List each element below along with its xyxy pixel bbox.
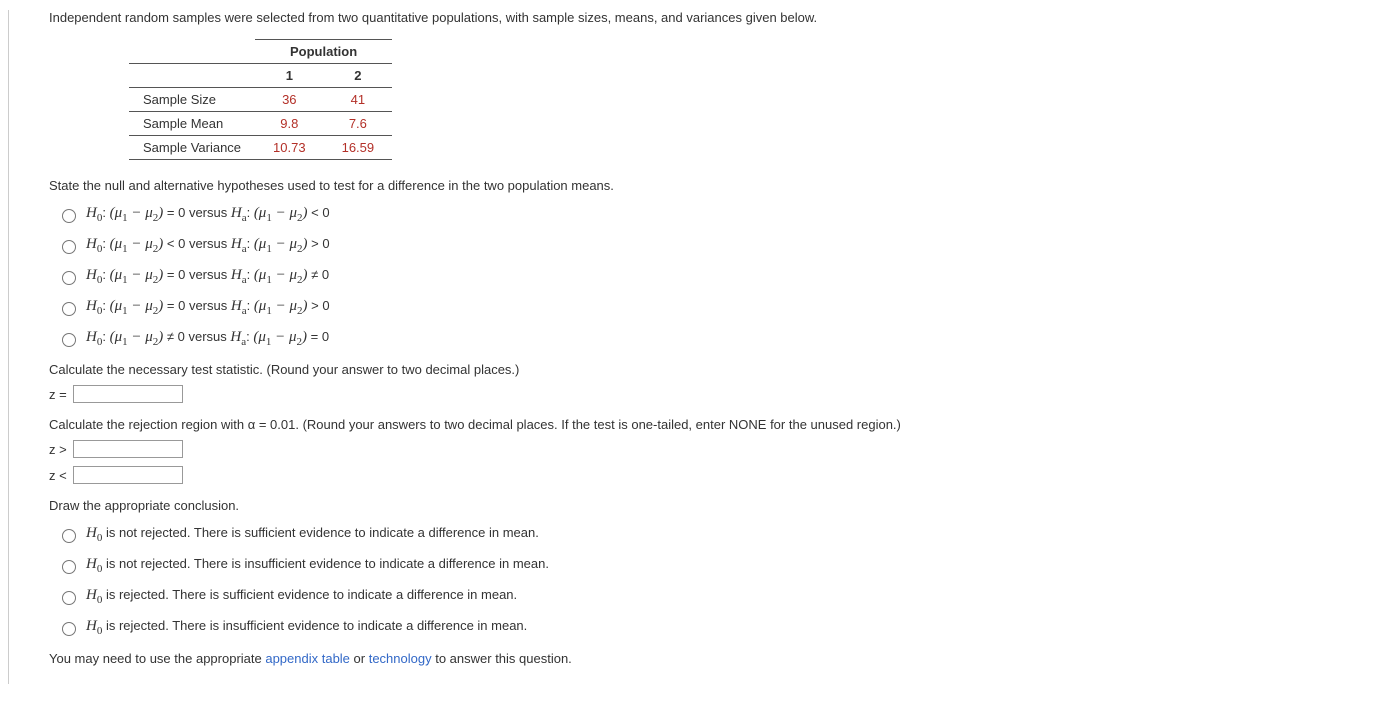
radio-hyp-3[interactable]: [62, 271, 76, 285]
conclusion-question: Draw the appropriate conclusion.: [49, 498, 1353, 513]
cell: 41: [324, 88, 393, 112]
hypotheses-options: H0: (μ1 − μ2) = 0 versus Ha: (μ1 − μ2) <…: [57, 205, 1353, 348]
rejection-gt-input[interactable]: [73, 440, 183, 458]
footer-note: You may need to use the appropriate appe…: [49, 651, 1353, 666]
appendix-table-link[interactable]: appendix table: [265, 651, 350, 666]
z-lt-label: z <: [49, 468, 67, 483]
row-label: Sample Mean: [129, 112, 255, 136]
conclusion-option-4[interactable]: H0 is rejected. There is insufficient ev…: [57, 618, 1353, 637]
rejection-gt-row: z >: [49, 440, 1353, 458]
hypothesis-option-2[interactable]: H0: (μ1 − μ2) < 0 versus Ha: (μ1 − μ2) >…: [57, 236, 1353, 255]
conclusion-option-3[interactable]: H0 is rejected. There is sufficient evid…: [57, 587, 1353, 606]
intro-text: Independent random samples were selected…: [49, 10, 1353, 25]
cell: 10.73: [255, 136, 324, 160]
hypothesis-option-3[interactable]: H0: (μ1 − μ2) = 0 versus Ha: (μ1 − μ2) ≠…: [57, 267, 1353, 286]
footer-mid: or: [350, 651, 369, 666]
conclusion-option-1[interactable]: H0 is not rejected. There is sufficient …: [57, 525, 1353, 544]
radio-hyp-5[interactable]: [62, 333, 76, 347]
table-row: Sample Variance 10.73 16.59: [129, 136, 392, 160]
col-header-2: 2: [324, 64, 393, 88]
row-label: Sample Size: [129, 88, 255, 112]
cell: 36: [255, 88, 324, 112]
radio-conc-2[interactable]: [62, 560, 76, 574]
rejection-lt-input[interactable]: [73, 466, 183, 484]
data-table: Population 1 2 Sample Size 36 41 Sample …: [129, 39, 392, 160]
radio-hyp-4[interactable]: [62, 302, 76, 316]
option-label: H0 is not rejected. There is sufficient …: [86, 525, 539, 544]
option-label: H0: (μ1 − μ2) = 0 versus Ha: (μ1 − μ2) >…: [86, 298, 330, 317]
teststat-question: Calculate the necessary test statistic. …: [49, 362, 1353, 377]
cell: 16.59: [324, 136, 393, 160]
option-label: H0 is not rejected. There is insufficien…: [86, 556, 549, 575]
col-header-1: 1: [255, 64, 324, 88]
row-label: Sample Variance: [129, 136, 255, 160]
conclusion-text: is rejected. There is insufficient evide…: [106, 618, 527, 633]
radio-conc-3[interactable]: [62, 591, 76, 605]
conclusion-text: is not rejected. There is sufficient evi…: [106, 525, 539, 540]
table-row: Sample Size 36 41: [129, 88, 392, 112]
hypotheses-question: State the null and alternative hypothese…: [49, 178, 1353, 193]
z-gt-label: z >: [49, 442, 67, 457]
hypothesis-option-1[interactable]: H0: (μ1 − μ2) = 0 versus Ha: (μ1 − μ2) <…: [57, 205, 1353, 224]
radio-conc-1[interactable]: [62, 529, 76, 543]
option-label: H0: (μ1 − μ2) = 0 versus Ha: (μ1 − μ2) <…: [86, 205, 330, 224]
hypothesis-option-4[interactable]: H0: (μ1 − μ2) = 0 versus Ha: (μ1 − μ2) >…: [57, 298, 1353, 317]
option-label: H0: (μ1 − μ2) = 0 versus Ha: (μ1 − μ2) ≠…: [86, 267, 329, 286]
conclusion-text: is rejected. There is sufficient evidenc…: [106, 587, 517, 602]
table-row: Sample Mean 9.8 7.6: [129, 112, 392, 136]
conclusion-options: H0 is not rejected. There is sufficient …: [57, 525, 1353, 637]
radio-conc-4[interactable]: [62, 622, 76, 636]
hypothesis-option-5[interactable]: H0: (μ1 − μ2) ≠ 0 versus Ha: (μ1 − μ2) =…: [57, 329, 1353, 348]
radio-hyp-2[interactable]: [62, 240, 76, 254]
footer-pre: You may need to use the appropriate: [49, 651, 265, 666]
cell: 9.8: [255, 112, 324, 136]
conclusion-option-2[interactable]: H0 is not rejected. There is insufficien…: [57, 556, 1353, 575]
footer-post: to answer this question.: [432, 651, 572, 666]
option-label: H0: (μ1 − μ2) < 0 versus Ha: (μ1 − μ2) >…: [86, 236, 330, 255]
option-label: H0: (μ1 − μ2) ≠ 0 versus Ha: (μ1 − μ2) =…: [86, 329, 329, 348]
radio-hyp-1[interactable]: [62, 209, 76, 223]
option-label: H0 is rejected. There is sufficient evid…: [86, 587, 517, 606]
table-header-span: Population: [255, 40, 392, 64]
technology-link[interactable]: technology: [369, 651, 432, 666]
rejection-question: Calculate the rejection region with α = …: [49, 417, 1353, 432]
cell: 7.6: [324, 112, 393, 136]
conclusion-text: is not rejected. There is insufficient e…: [106, 556, 549, 571]
rejection-lt-row: z <: [49, 466, 1353, 484]
teststat-input-row: z =: [49, 385, 1353, 403]
question-container: Independent random samples were selected…: [8, 10, 1373, 684]
option-label: H0 is rejected. There is insufficient ev…: [86, 618, 527, 637]
teststat-input[interactable]: [73, 385, 183, 403]
z-equals-label: z =: [49, 387, 67, 402]
